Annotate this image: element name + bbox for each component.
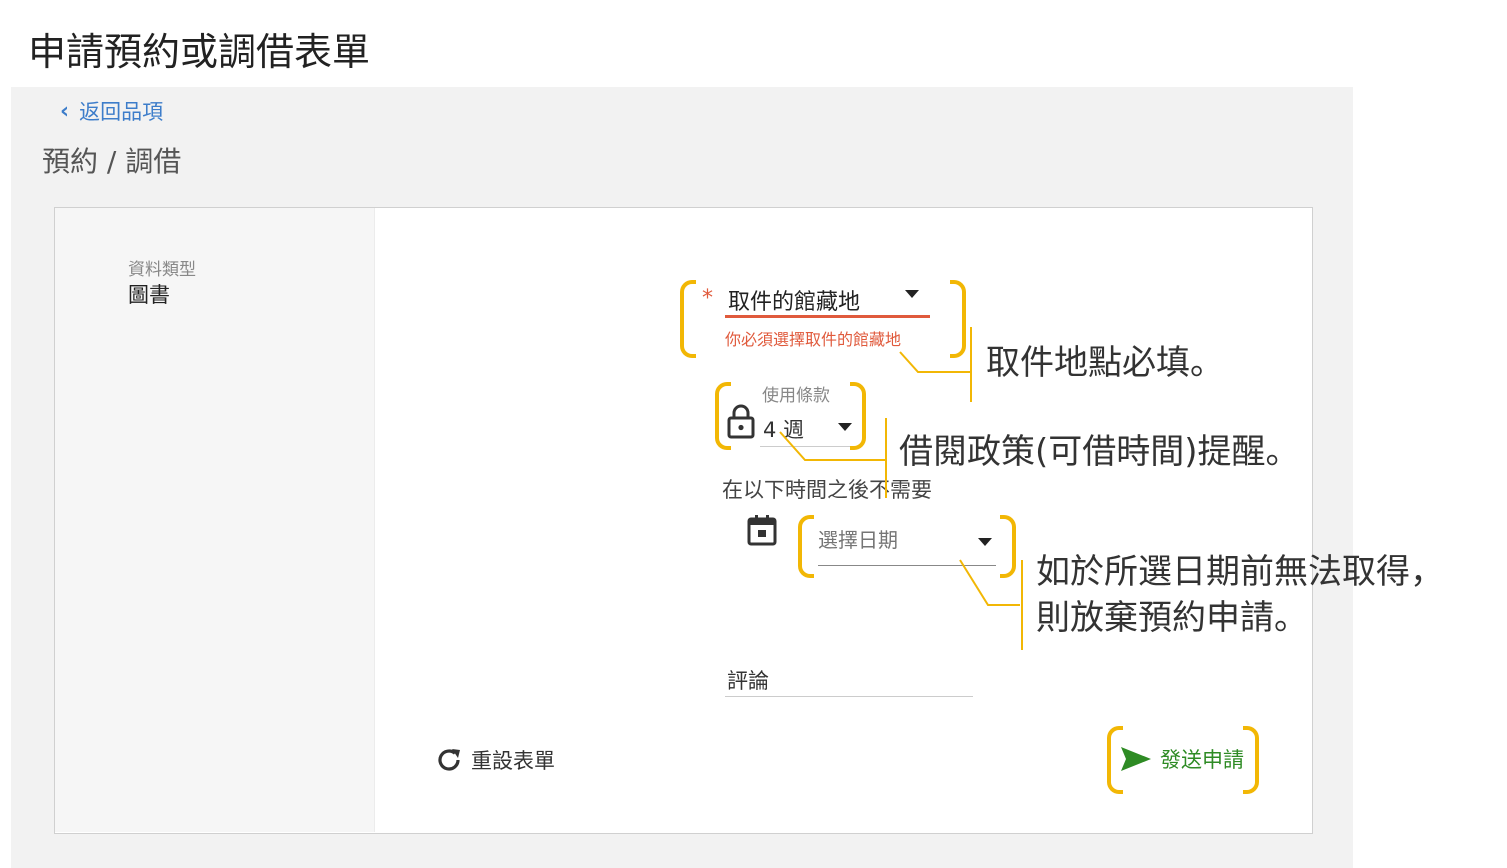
annotation-date-line1: 如於所選日期前無法取得， [1036,552,1444,592]
annotation-pickup-required: 取件地點必填。 [986,343,1224,383]
annotation-loan-policy: 借閱政策(可借時間)提醒。 [899,432,1300,472]
annotation-date-line2: 則放棄預約申請。 [1036,598,1308,638]
